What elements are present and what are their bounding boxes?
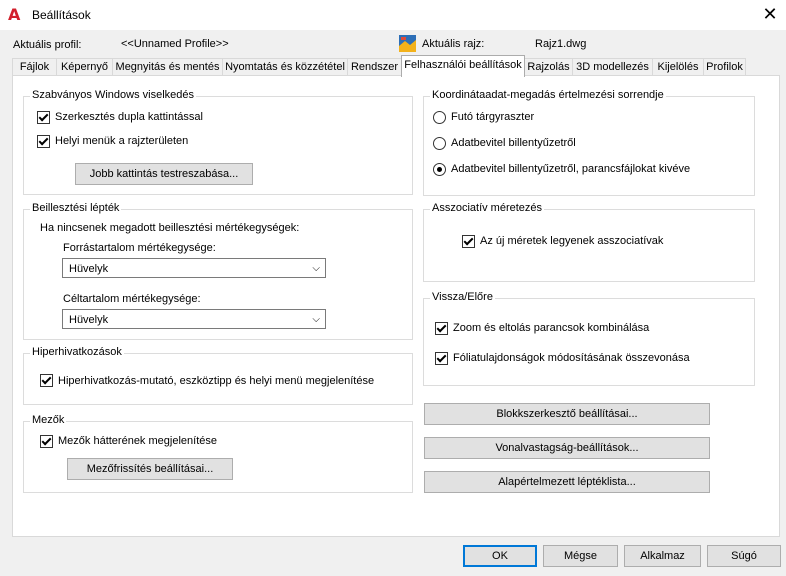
insertion-scale-title: Beillesztési lépték: [30, 202, 122, 214]
current-profile-value: <<Unnamed Profile>>: [121, 38, 229, 50]
current-drawing-value: Rajz1.dwg: [535, 38, 587, 50]
tab-open-save[interactable]: Megnyitás és mentés: [112, 58, 223, 76]
shortcut-menus-checkbox[interactable]: [37, 135, 50, 148]
tab-selection[interactable]: Kijelölés: [652, 58, 704, 76]
field-update-settings-button[interactable]: Mezőfrissítés beállításai...: [67, 458, 233, 480]
combine-zoom-pan-checkbox[interactable]: [435, 322, 448, 335]
shortcut-menus-label: Helyi menük a rajzterületen: [55, 135, 189, 147]
fields-title: Mezők: [30, 414, 67, 426]
hyperlinks-group: Hiperhivatkozások Hiperhivatkozás-mutató…: [23, 346, 413, 405]
combine-layer-props-label: Fóliatulajdonságok módosításának összevo…: [453, 352, 690, 364]
cancel-button[interactable]: Mégse: [543, 545, 618, 567]
windows-behavior-title: Szabványos Windows viselkedés: [30, 89, 197, 101]
double-click-label: Szerkesztés dupla kattintással: [55, 111, 203, 123]
fields-group: Mezők Mezők hátterének megjelenítése Mez…: [23, 414, 413, 493]
coordinate-priority-group: Koordinátaadat-megadás értelmezési sorre…: [423, 89, 755, 196]
source-units-value: Hüvelyk: [69, 263, 109, 275]
undo-redo-group: Vissza/Előre Zoom és eltolás parancsok k…: [423, 291, 755, 386]
apply-button[interactable]: Alkalmaz: [624, 545, 701, 567]
insertion-scale-group: Beillesztési lépték Ha nincsenek megadot…: [23, 202, 413, 340]
hyperlink-cursor-checkbox[interactable]: [40, 374, 53, 387]
current-profile-label: Aktuális profil:: [13, 39, 82, 51]
field-background-label: Mezők hátterének megjelenítése: [58, 435, 217, 447]
associative-dimension-group: Asszociatív méretezés Az új méretek legy…: [423, 202, 755, 282]
associative-dimension-title: Asszociatív méretezés: [430, 202, 545, 214]
target-units-label: Céltartalom mértékegysége:: [63, 293, 201, 305]
source-units-label: Forrástartalom mértékegysége:: [63, 242, 216, 254]
tab-system[interactable]: Rendszer: [347, 58, 402, 76]
tab-drafting[interactable]: Rajzolás: [524, 58, 573, 76]
autocad-logo-icon: A: [8, 5, 21, 24]
double-click-checkbox[interactable]: [37, 111, 50, 124]
source-units-select[interactable]: Hüvelyk ⌵: [62, 258, 326, 278]
right-click-customization-button[interactable]: Jobb kattintás testreszabása...: [75, 163, 253, 185]
keyboard-except-scripts-label: Adatbevitel billentyűzetről, parancsfájl…: [451, 163, 691, 175]
keyboard-except-scripts-radio[interactable]: [433, 163, 446, 176]
target-units-select[interactable]: Hüvelyk ⌵: [62, 309, 326, 329]
ok-button[interactable]: OK: [463, 545, 537, 567]
combine-zoom-pan-label: Zoom és eltolás parancsok kombinálása: [453, 322, 650, 334]
windows-behavior-group: Szabványos Windows viselkedés Szerkeszté…: [23, 89, 413, 195]
hyperlinks-title: Hiperhivatkozások: [30, 346, 124, 358]
running-osnap-label: Futó tárgyraszter: [451, 111, 535, 123]
drawing-icon: [399, 35, 416, 52]
user-preferences-panel: Szabványos Windows viselkedés Szerkeszté…: [12, 75, 780, 537]
field-background-checkbox[interactable]: [40, 435, 53, 448]
chevron-down-icon: ⌵: [312, 263, 320, 274]
title-bar: A Beállítások ✕: [0, 0, 786, 30]
current-drawing-label: Aktuális rajz:: [422, 38, 485, 50]
coordinate-priority-title: Koordinátaadat-megadás értelmezési sorre…: [430, 89, 666, 101]
keyboard-entry-radio[interactable]: [433, 137, 446, 150]
tab-display[interactable]: Képernyő: [56, 58, 113, 76]
tab-profiles[interactable]: Profilok: [703, 58, 746, 76]
hyperlink-cursor-label: Hiperhivatkozás-mutató, eszköztipp és he…: [58, 375, 375, 387]
chevron-down-icon: ⌵: [312, 314, 320, 325]
help-button[interactable]: Súgó: [707, 545, 781, 567]
default-scale-list-button[interactable]: Alapértelmezett léptéklista...: [424, 471, 710, 493]
lineweight-settings-button[interactable]: Vonalvastagság-beállítások...: [424, 437, 710, 459]
associative-dimension-checkbox[interactable]: [462, 235, 475, 248]
close-icon[interactable]: ✕: [760, 5, 780, 25]
block-editor-settings-button[interactable]: Blokkszerkesztő beállításai...: [424, 403, 710, 425]
tab-plot-publish[interactable]: Nyomtatás és közzététel: [222, 58, 348, 76]
window-title: Beállítások: [32, 8, 91, 22]
associative-dimension-label: Az új méretek legyenek asszociatívak: [480, 235, 664, 247]
undo-redo-title: Vissza/Előre: [430, 291, 495, 303]
running-osnap-radio[interactable]: [433, 111, 446, 124]
target-units-value: Hüvelyk: [69, 314, 109, 326]
tab-files[interactable]: Fájlok: [12, 58, 57, 76]
keyboard-entry-label: Adatbevitel billentyűzetről: [451, 137, 576, 149]
tab-user-preferences[interactable]: Felhasználói beállítások: [401, 55, 525, 77]
combine-layer-props-checkbox[interactable]: [435, 352, 448, 365]
insertion-scale-description: Ha nincsenek megadott beillesztési mérté…: [40, 222, 300, 234]
tab-3d-modeling[interactable]: 3D modellezés: [572, 58, 653, 76]
